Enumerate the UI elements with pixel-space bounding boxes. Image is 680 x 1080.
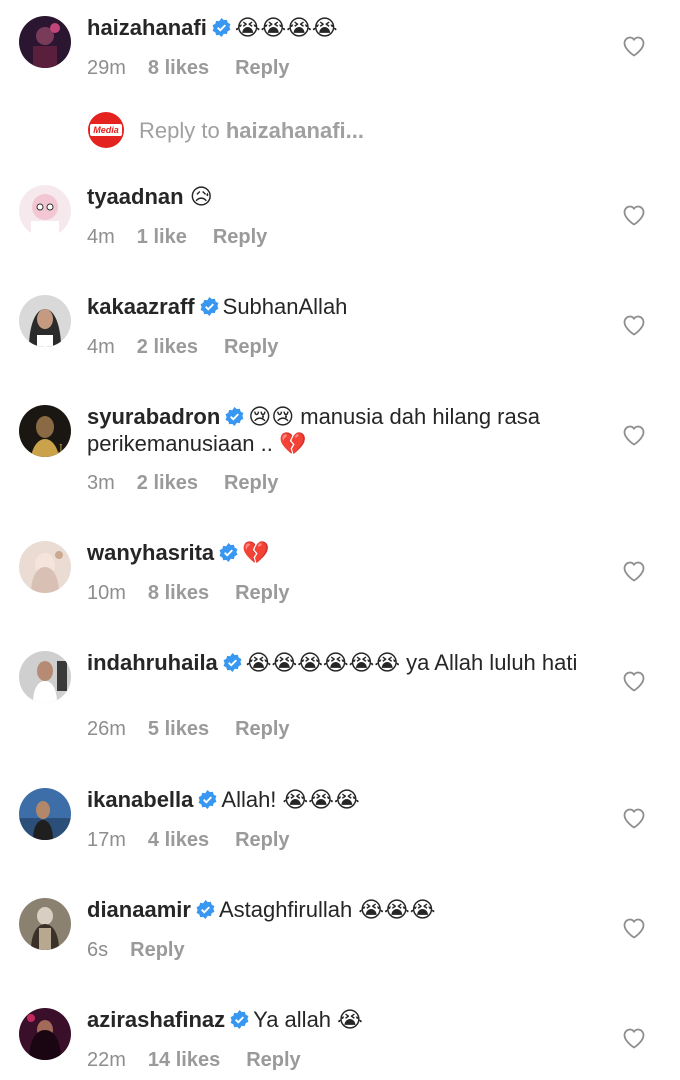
verified-badge-icon — [212, 18, 231, 37]
comment-meta: 10m 8 likes Reply — [87, 581, 290, 605]
reply-button[interactable]: Reply — [235, 56, 289, 80]
svg-text:J: J — [58, 444, 63, 454]
username[interactable]: tyaadnan — [87, 184, 184, 209]
heart-outline-icon[interactable] — [622, 424, 646, 446]
username[interactable]: dianaamir — [87, 897, 191, 922]
verified-badge-icon — [196, 900, 215, 919]
comment-body: kakaazraff SubhanAllah — [87, 293, 587, 320]
reply-button[interactable]: Reply — [130, 938, 184, 962]
heart-outline-icon[interactable] — [622, 807, 646, 829]
likes-count[interactable]: 14 likes — [148, 1048, 220, 1072]
reply-target: haizahanafi... — [225, 118, 364, 143]
heart-outline-icon[interactable] — [622, 917, 646, 939]
heart-outline-icon[interactable] — [622, 560, 646, 582]
comment-meta: 29m 8 likes Reply — [87, 56, 290, 80]
comment-body: haizahanafi 😭😭😭😭 — [87, 14, 587, 41]
comment-body: indahruhaila 😭😭😭😭😭😭 ya Allah luluh hati — [87, 649, 587, 676]
comment-text: 💔 — [242, 540, 270, 565]
comment-text: Astaghfirullah 😭😭😭 — [218, 897, 436, 922]
verified-badge-icon — [223, 653, 242, 672]
username[interactable]: wanyhasrita — [87, 540, 214, 565]
media-logo-text: Media — [90, 124, 122, 136]
likes-count[interactable]: 4 likes — [148, 828, 209, 852]
avatar[interactable] — [19, 898, 71, 950]
verified-badge-icon — [200, 297, 219, 316]
heart-outline-icon[interactable] — [622, 204, 646, 226]
verified-badge-icon — [198, 790, 217, 809]
username[interactable]: syurabadron — [87, 404, 220, 429]
reply-button[interactable]: Reply — [235, 581, 289, 605]
heart-outline-icon[interactable] — [622, 670, 646, 692]
comment-meta: 4m 1 like Reply — [87, 225, 267, 249]
comment-body: ikanabella Allah! 😭😭😭 — [87, 786, 587, 813]
reply-button[interactable]: Reply — [235, 717, 289, 741]
comment-time: 4m — [87, 226, 115, 248]
reply-button[interactable]: Reply — [246, 1048, 300, 1072]
comment-meta: 26m 5 likes Reply — [87, 717, 290, 741]
comment-text: 😥 — [189, 184, 213, 209]
reply-composer[interactable]: Media Reply to haizahanafi... — [0, 112, 680, 152]
likes-count[interactable]: 2 likes — [137, 335, 198, 359]
media-logo-avatar: Media — [88, 112, 124, 148]
comment-time: 29m — [87, 57, 126, 79]
comment-body: azirashafinaz Ya allah 😭 — [87, 1006, 587, 1033]
comment-meta: 22m 14 likes Reply — [87, 1048, 301, 1072]
comment-time: 17m — [87, 829, 126, 851]
reply-button[interactable]: Reply — [235, 828, 289, 852]
comment-meta: 3m 2 likes Reply — [87, 471, 278, 495]
reply-button[interactable]: Reply — [213, 225, 267, 249]
verified-badge-icon — [219, 543, 238, 562]
comment-text: Allah! 😭😭😭 — [221, 787, 360, 812]
likes-count[interactable]: 8 likes — [148, 581, 209, 605]
comment-time: 3m — [87, 472, 115, 494]
avatar[interactable] — [19, 788, 71, 840]
username[interactable]: indahruhaila — [87, 650, 218, 675]
comment-time: 4m — [87, 336, 115, 358]
comment-text: 😭😭😭😭😭😭 ya Allah luluh hati — [245, 650, 578, 675]
username[interactable]: haizahanafi — [87, 15, 207, 40]
verified-badge-icon — [230, 1010, 249, 1029]
heart-outline-icon[interactable] — [622, 314, 646, 336]
verified-badge-icon — [225, 407, 244, 426]
reply-input[interactable]: Reply to haizahanafi... — [139, 118, 364, 144]
likes-count[interactable]: 5 likes — [148, 717, 209, 741]
avatar[interactable] — [19, 16, 71, 68]
reply-button[interactable]: Reply — [224, 471, 278, 495]
avatar[interactable] — [19, 295, 71, 347]
avatar[interactable] — [19, 185, 71, 237]
comment-text: SubhanAllah — [222, 294, 348, 319]
username[interactable]: kakaazraff — [87, 294, 195, 319]
comment-body: tyaadnan 😥 — [87, 183, 587, 210]
comment-meta: 17m 4 likes Reply — [87, 828, 290, 852]
heart-outline-icon[interactable] — [622, 1027, 646, 1049]
comment-body: dianaamir Astaghfirullah 😭😭😭 — [87, 896, 587, 923]
reply-button[interactable]: Reply — [224, 335, 278, 359]
avatar[interactable] — [19, 1008, 71, 1060]
comment-time: 10m — [87, 582, 126, 604]
likes-count[interactable]: 2 likes — [137, 471, 198, 495]
comment-meta: 6s Reply — [87, 938, 185, 962]
comment-body: syurabadron 😢😢 manusia dah hilang rasa pe… — [87, 403, 587, 457]
avatar[interactable] — [19, 541, 71, 593]
comment-time: 6s — [87, 939, 109, 961]
avatar[interactable]: J — [19, 405, 71, 457]
heart-outline-icon[interactable] — [622, 35, 646, 57]
username[interactable]: ikanabella — [87, 787, 193, 812]
comment-meta: 4m 2 likes Reply — [87, 335, 278, 359]
comment-text: Ya allah 😭 — [253, 1007, 363, 1032]
comment-body: wanyhasrita 💔 — [87, 539, 587, 566]
avatar[interactable] — [19, 651, 71, 703]
username[interactable]: azirashafinaz — [87, 1007, 225, 1032]
likes-count[interactable]: 8 likes — [148, 56, 209, 80]
comment-time: 26m — [87, 718, 126, 740]
likes-count[interactable]: 1 like — [137, 225, 187, 249]
reply-prefix: Reply to — [139, 118, 226, 143]
comment-text: 😭😭😭😭 — [234, 15, 338, 40]
comment-time: 22m — [87, 1049, 126, 1071]
